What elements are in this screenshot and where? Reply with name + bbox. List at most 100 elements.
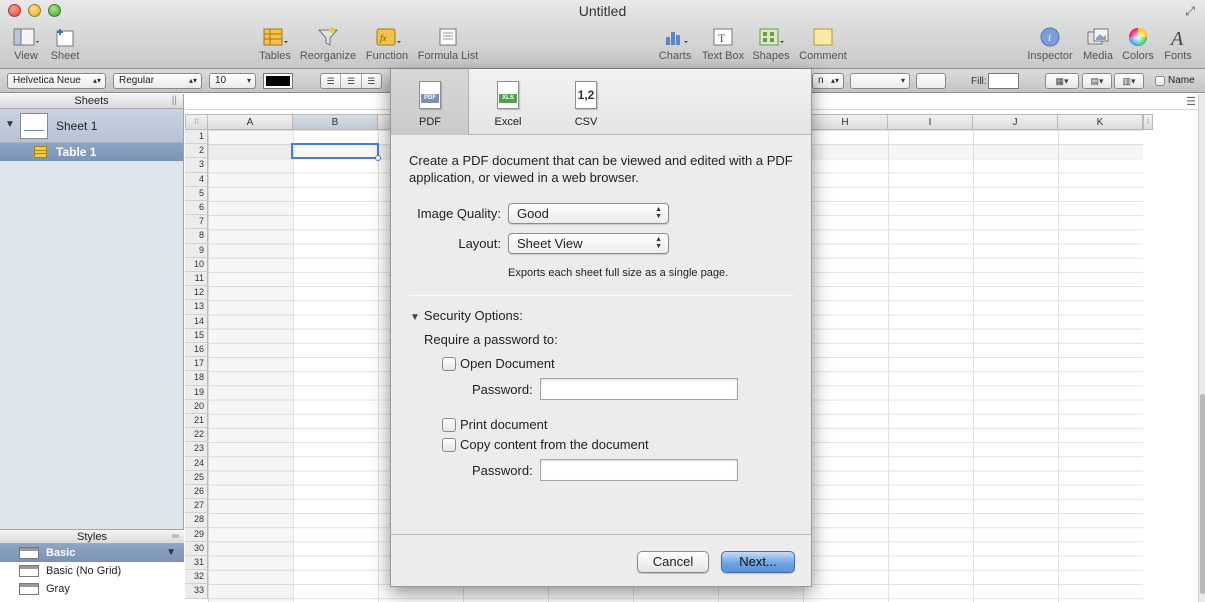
text-alignment-control[interactable]: ☰ ☰ ☰: [320, 73, 382, 89]
reorganize-button[interactable]: Reorganize: [299, 26, 357, 64]
inspector-button[interactable]: i Inspector: [1027, 26, 1073, 64]
row-header[interactable]: 7: [185, 215, 208, 230]
row-header[interactable]: 29: [185, 527, 208, 542]
row-header[interactable]: 17: [185, 357, 208, 372]
table-borders-icon[interactable]: ▦▾: [1046, 74, 1078, 88]
row-header[interactable]: 5: [185, 186, 208, 201]
colors-button[interactable]: Colors: [1121, 26, 1155, 64]
resize-grip-icon[interactable]: ═: [172, 530, 179, 544]
row-header[interactable]: 23: [185, 442, 208, 457]
table-corner-handle[interactable]: ⁝⁝: [185, 114, 208, 130]
tab-excel[interactable]: XLS Excel: [469, 69, 547, 135]
line-style-select[interactable]: ▾: [850, 73, 910, 89]
tab-csv[interactable]: 1,2 CSV: [547, 69, 625, 135]
font-size-select[interactable]: 10 ▾: [209, 73, 256, 89]
row-header[interactable]: 16: [185, 343, 208, 358]
row-header[interactable]: 33: [185, 584, 208, 599]
column-header-j[interactable]: J: [973, 114, 1058, 130]
dropdown-triangle-icon[interactable]: ▼: [166, 544, 176, 562]
row-header[interactable]: 11: [185, 272, 208, 287]
row-header[interactable]: 28: [185, 513, 208, 528]
sidebar-item-table-1[interactable]: Table 1: [0, 143, 183, 161]
function-button[interactable]: fx Function: [364, 26, 410, 64]
row-header[interactable]: 20: [185, 399, 208, 414]
row-header[interactable]: 4: [185, 172, 208, 187]
view-button[interactable]: View: [9, 26, 43, 64]
print-document-checkbox-box[interactable]: [442, 418, 456, 432]
media-button[interactable]: Media: [1081, 26, 1115, 64]
style-item-basic[interactable]: Basic ▼: [0, 544, 184, 562]
row-header[interactable]: 24: [185, 456, 208, 471]
row-header[interactable]: 13: [185, 300, 208, 315]
text-color-well[interactable]: [263, 73, 293, 89]
row-header[interactable]: 10: [185, 257, 208, 272]
column-header-i[interactable]: I: [888, 114, 973, 130]
charts-button[interactable]: Charts: [656, 26, 694, 64]
row-header[interactable]: 25: [185, 470, 208, 485]
row-header[interactable]: 1: [185, 130, 208, 145]
row-header[interactable]: 6: [185, 201, 208, 216]
row-header[interactable]: 15: [185, 328, 208, 343]
layout-popup[interactable]: Sheet View ▲ ▼: [508, 233, 669, 254]
column-header-k[interactable]: K: [1058, 114, 1143, 130]
row-header[interactable]: 9: [185, 243, 208, 258]
row-header[interactable]: 2: [185, 144, 208, 159]
font-style-select[interactable]: Regular ▴▾: [113, 73, 202, 89]
row-header[interactable]: 22: [185, 428, 208, 443]
row-header[interactable]: 12: [185, 286, 208, 301]
selected-cell-b2[interactable]: [291, 143, 381, 161]
cancel-button[interactable]: Cancel: [637, 551, 709, 573]
header-rows-icon[interactable]: ▤▾: [1083, 74, 1111, 88]
header-rows-control[interactable]: ▤▾: [1082, 73, 1112, 89]
align-left-icon[interactable]: ☰: [321, 74, 342, 88]
copy-password-field[interactable]: [540, 459, 738, 481]
fonts-button[interactable]: A Fonts: [1162, 26, 1194, 64]
column-header-b[interactable]: B: [293, 114, 378, 130]
header-columns-control[interactable]: ▥▾: [1114, 73, 1144, 89]
sidebar-item-sheet-1[interactable]: ▼ Sheet 1: [0, 109, 183, 143]
disclosure-triangle-icon[interactable]: ▼: [410, 312, 420, 323]
row-header[interactable]: 32: [185, 570, 208, 585]
column-resize-handle[interactable]: ⁝: [1143, 114, 1153, 130]
vertical-scrollbar[interactable]: [1198, 94, 1205, 602]
partial-select[interactable]: n ▴▾: [812, 73, 844, 89]
shapes-button[interactable]: Shapes: [752, 26, 790, 64]
disclosure-triangle-icon[interactable]: ▼: [5, 119, 15, 130]
name-checkbox-box[interactable]: [1155, 76, 1165, 86]
row-header[interactable]: 26: [185, 485, 208, 500]
align-center-icon[interactable]: ☰: [341, 74, 362, 88]
row-header[interactable]: 21: [185, 414, 208, 429]
style-item-gray[interactable]: Gray: [0, 580, 184, 598]
column-header-h[interactable]: H: [803, 114, 888, 130]
font-family-select[interactable]: Helvetica Neue ▴▾: [7, 73, 106, 89]
line-color-well[interactable]: [916, 73, 946, 89]
open-password-field[interactable]: [540, 378, 738, 400]
row-header[interactable]: 3: [185, 158, 208, 173]
next-button[interactable]: Next...: [721, 551, 795, 573]
copy-content-checkbox-box[interactable]: [442, 438, 456, 452]
row-header[interactable]: 8: [185, 229, 208, 244]
align-right-icon[interactable]: ☰: [362, 74, 381, 88]
resize-grip-icon[interactable]: ||: [172, 94, 177, 108]
formula-list-button[interactable]: Formula List: [416, 26, 480, 64]
text-box-button[interactable]: T Text Box: [701, 26, 745, 64]
fullscreen-icon[interactable]: ⤢: [1183, 4, 1197, 18]
canvas-menu-icon[interactable]: ☰: [1186, 95, 1196, 108]
fill-color-well[interactable]: [988, 73, 1019, 89]
style-item-basic-no-grid[interactable]: Basic (No Grid): [0, 562, 184, 580]
row-header[interactable]: 19: [185, 385, 208, 400]
header-columns-icon[interactable]: ▥▾: [1115, 74, 1143, 88]
row-header[interactable]: 27: [185, 499, 208, 514]
security-options-toggle[interactable]: ▼ Security Options:: [410, 308, 523, 323]
tab-pdf[interactable]: PDF PDF: [391, 69, 469, 135]
tables-button[interactable]: Tables: [255, 26, 295, 64]
row-header[interactable]: 18: [185, 371, 208, 386]
column-header-a[interactable]: A: [208, 114, 293, 130]
row-header[interactable]: 14: [185, 314, 208, 329]
borders-control[interactable]: ▦▾: [1045, 73, 1079, 89]
row-header[interactable]: 31: [185, 556, 208, 571]
sheet-button[interactable]: Sheet: [48, 26, 82, 64]
open-document-checkbox-box[interactable]: [442, 357, 456, 371]
image-quality-popup[interactable]: Good ▲ ▼: [508, 203, 669, 224]
row-header[interactable]: 30: [185, 541, 208, 556]
